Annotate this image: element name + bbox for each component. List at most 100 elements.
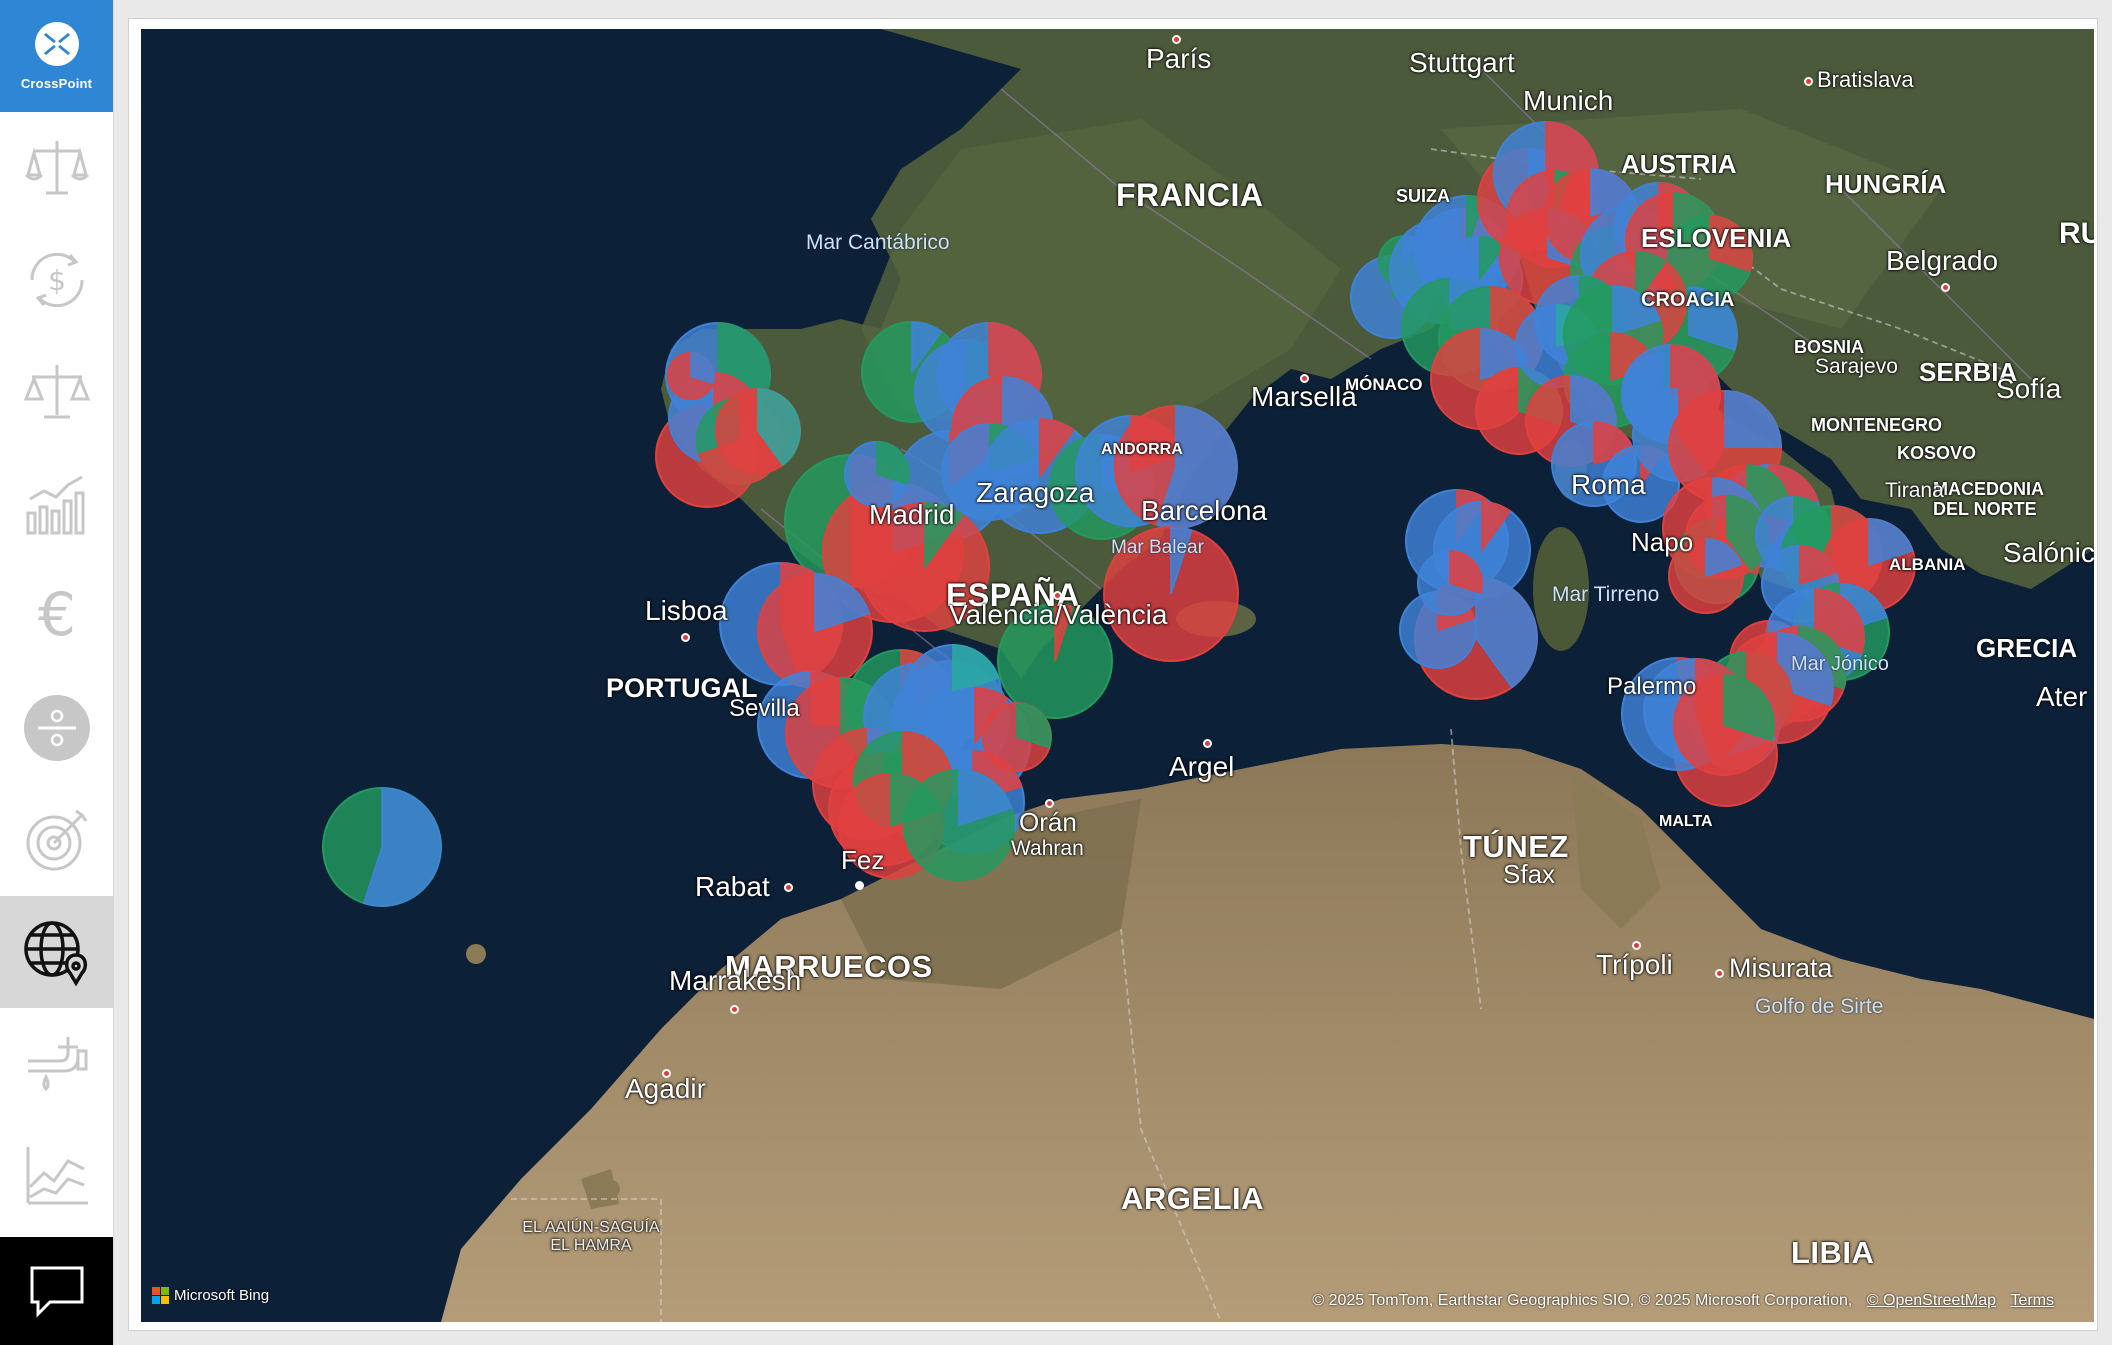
label-rabat: Rabat xyxy=(695,871,770,902)
label-atenas: Ater xyxy=(2036,681,2088,712)
label-tirana: Tirana xyxy=(1885,479,1944,502)
label-sarajevo: Sarajevo xyxy=(1815,355,1898,378)
label-oran: Orán xyxy=(1019,807,1077,837)
label-ru: RU xyxy=(2059,217,2094,250)
balance-scale-icon xyxy=(23,365,90,419)
label-stuttgart: Stuttgart xyxy=(1409,47,1515,78)
pie-bubble[interactable] xyxy=(715,388,801,474)
terms-link[interactable]: Terms xyxy=(2010,1292,2054,1309)
label-munich: Munich xyxy=(1523,85,1614,116)
pie-bubble[interactable] xyxy=(322,787,442,907)
sidebar-item-comparison[interactable] xyxy=(0,112,113,224)
label-francia: FRANCIA xyxy=(1116,177,1264,213)
label-hungria: HUNGRÍA xyxy=(1825,169,1947,199)
label-golfo-sirte: Golfo de Sirte xyxy=(1755,995,1884,1018)
label-argelia: ARGELIA xyxy=(1121,1181,1264,1216)
currency-cycle-icon: $ xyxy=(29,252,84,308)
label-albania: ALBANIA xyxy=(1889,555,1966,574)
label-misurata: Misurata xyxy=(1729,953,1833,983)
label-zaragoza: Zaragoza xyxy=(976,477,1095,508)
label-mar-jonico: Mar Jónico xyxy=(1791,653,1889,675)
label-sofia: Sofía xyxy=(1996,373,2062,404)
sidebar: CrossPoint $ € xyxy=(0,0,114,1345)
label-sfax: Sfax xyxy=(1503,859,1556,889)
label-mar-balear: Mar Balear xyxy=(1111,537,1204,558)
label-kosovo: KOSOVO xyxy=(1897,443,1977,463)
pie-bubble[interactable] xyxy=(1417,550,1483,616)
label-suiza: SUIZA xyxy=(1396,186,1450,206)
label-barcelona: Barcelona xyxy=(1141,495,1268,526)
label-fez: Fez xyxy=(841,845,885,875)
svg-text:€: € xyxy=(37,580,75,650)
label-malta: MALTA xyxy=(1659,813,1713,830)
bubble-map[interactable]: FRANCIA ESPAÑA PORTUGAL MARRUECOS ARGELI… xyxy=(141,29,2094,1322)
city-dot xyxy=(730,1005,739,1014)
label-agadir: Agadir xyxy=(625,1073,706,1104)
sidebar-item-balance[interactable] xyxy=(0,336,113,448)
bar-line-chart-icon xyxy=(26,475,84,535)
sidebar-item-target[interactable] xyxy=(0,784,113,896)
label-lisboa: Lisboa xyxy=(645,595,728,626)
label-paris: París xyxy=(1146,43,1212,74)
label-belgrado: Belgrado xyxy=(1886,245,1999,276)
crosspoint-logo[interactable]: CrossPoint xyxy=(0,0,113,112)
label-palermo: Palermo xyxy=(1607,673,1697,700)
label-eslovenia: ESLOVENIA xyxy=(1641,223,1792,253)
sidebar-item-currency[interactable]: $ xyxy=(0,224,113,336)
label-napoles: Napo xyxy=(1631,527,1694,557)
city-dot xyxy=(681,633,690,642)
pie-bubble[interactable] xyxy=(844,441,910,507)
city-dot xyxy=(1715,969,1724,978)
brand-name: CrossPoint xyxy=(20,76,93,91)
pie-bubble-slice xyxy=(1724,390,1782,448)
label-valencia: Valencia/València xyxy=(949,599,1168,630)
sidebar-item-geo-map[interactable] xyxy=(0,896,113,1008)
label-sevilla: Sevilla xyxy=(729,695,800,722)
label-bratislava: Bratislava xyxy=(1817,67,1914,92)
sidebar-item-trends[interactable] xyxy=(0,1120,113,1232)
pie-bubble[interactable] xyxy=(757,573,873,689)
label-mar-tirreno: Mar Tirreno xyxy=(1552,583,1660,606)
label-croacia: CROACIA xyxy=(1641,289,1735,311)
euro-icon: € xyxy=(37,580,75,650)
city-dot xyxy=(1203,739,1212,748)
label-tripoli: Trípoli xyxy=(1596,949,1673,980)
city-dot xyxy=(1804,77,1813,86)
label-montenegro: MONTENEGRO xyxy=(1811,415,1943,435)
bing-label: Microsoft Bing xyxy=(174,1287,270,1304)
label-argel: Argel xyxy=(1169,751,1235,782)
bing-attribution: Microsoft Bing xyxy=(152,1287,269,1304)
openstreetmap-link[interactable]: © OpenStreetMap xyxy=(1867,1292,1996,1309)
globe-pin-icon xyxy=(23,921,87,987)
label-andorra: ANDORRA xyxy=(1101,441,1183,458)
sidebar-item-euro[interactable]: € xyxy=(0,560,113,672)
pie-bubble[interactable] xyxy=(903,769,1015,881)
target-icon xyxy=(26,809,87,871)
label-aaiun: EL AAIÚN-SAGUÍA EL HAMRA xyxy=(522,1219,660,1254)
city-dot xyxy=(855,881,864,890)
label-austria: AUSTRIA xyxy=(1621,149,1737,179)
scales-comparison-icon xyxy=(24,141,89,195)
city-dot xyxy=(1941,283,1950,292)
division-icon xyxy=(23,695,90,761)
line-chart-icon xyxy=(26,1147,88,1205)
label-wahran: Wahran xyxy=(1011,837,1084,860)
sidebar-item-analytics[interactable] xyxy=(0,448,113,560)
sidebar-item-ratio[interactable] xyxy=(0,672,113,784)
crosspoint-logo-icon xyxy=(35,22,79,66)
pie-bubble[interactable] xyxy=(667,352,715,400)
label-grecia: GRECIA xyxy=(1976,633,2078,663)
label-marsella: Marsella xyxy=(1251,381,1357,412)
sidebar-item-water[interactable] xyxy=(0,1008,113,1120)
label-libia: LIBIA xyxy=(1791,1235,1875,1270)
label-salonica: Salónic xyxy=(2003,537,2094,568)
city-dot xyxy=(784,883,793,892)
pie-bubble[interactable] xyxy=(982,702,1052,772)
copyright-text: © 2025 TomTom, Earthstar Geographics SIO… xyxy=(1312,1292,1853,1309)
chat-button[interactable] xyxy=(0,1237,113,1345)
chat-icon xyxy=(30,1266,83,1318)
label-mar-cantabrico: Mar Cantábrico xyxy=(806,231,950,254)
label-roma: Roma xyxy=(1571,469,1646,500)
label-macedonia: MACEDONIA DEL NORTE xyxy=(1933,479,2044,519)
water-tap-icon xyxy=(27,1037,87,1092)
